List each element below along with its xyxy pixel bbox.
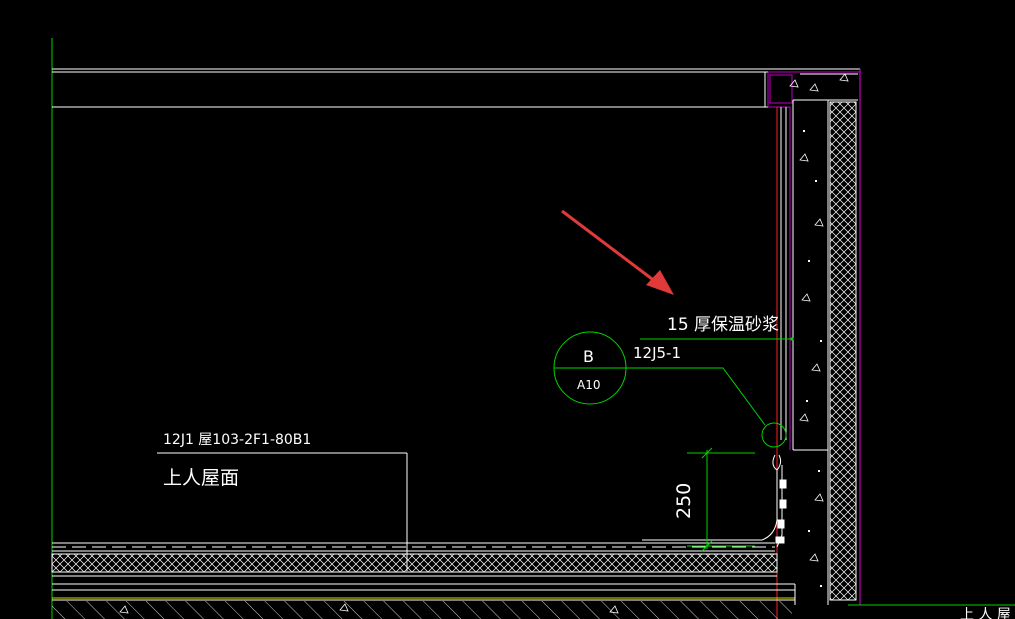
insulation-leader-dot	[790, 337, 794, 341]
top-beam	[52, 68, 860, 108]
roof-name-text: 上人屋面	[163, 467, 239, 489]
detail-bubble-letter: B	[583, 347, 594, 366]
cad-drawing: 上 人 屋 15 厚保温砂浆 B A10 12J5-1 250 12J1 屋10…	[51, 38, 1015, 619]
bottom-right-label: 上 人 屋	[960, 607, 1011, 619]
red-arrow	[561, 209, 674, 295]
wall-concrete	[789, 73, 858, 605]
dimension-250-text: 250	[673, 483, 695, 519]
detail-bubble: B A10	[553, 331, 627, 405]
roof-slab	[51, 542, 796, 619]
flashing-detail	[642, 449, 828, 548]
insulation-callout-text: 15 厚保温砂浆	[667, 315, 779, 335]
dimension-250	[687, 447, 755, 552]
detail-ref-text: 12J5-1	[633, 344, 681, 362]
detail-target-circle	[761, 422, 787, 448]
detail-leader-line	[626, 367, 766, 426]
detail-bubble-sheet: A10	[577, 378, 600, 392]
roof-ref-text: 12J1 屋103-2F1-80B1	[163, 432, 311, 448]
